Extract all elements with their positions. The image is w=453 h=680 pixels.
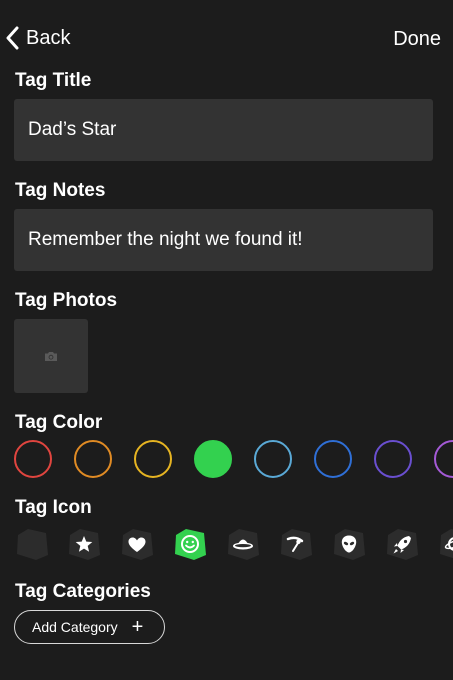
nav-bar: Back Done (0, 0, 453, 78)
color-swatch[interactable] (314, 440, 352, 478)
color-swatch[interactable] (254, 440, 292, 478)
color-picker (0, 440, 453, 480)
color-swatch[interactable] (434, 440, 453, 478)
heart-icon[interactable] (119, 527, 155, 561)
tag-photos-heading: Tag Photos (15, 290, 118, 311)
tag-title-field[interactable]: Dad’s Star (14, 99, 433, 161)
tag-icon-heading: Tag Icon (15, 497, 92, 518)
blank-icon[interactable] (14, 527, 50, 561)
color-swatch[interactable] (194, 440, 232, 478)
add-category-label: Add Category (32, 619, 118, 635)
add-photo-button[interactable] (14, 319, 88, 393)
alien-icon[interactable] (331, 527, 367, 561)
tag-notes-value: Remember the night we found it! (28, 229, 303, 250)
chevron-left-icon (6, 26, 19, 50)
tag-title-value: Dad’s Star (28, 119, 117, 140)
camera-icon (45, 351, 57, 361)
star-icon[interactable] (66, 527, 102, 561)
back-button[interactable]: Back (6, 26, 70, 50)
planet-icon[interactable] (437, 527, 453, 561)
smiley-icon[interactable] (172, 527, 208, 561)
plus-icon: + (131, 616, 144, 638)
tag-notes-field[interactable]: Remember the night we found it! (14, 209, 433, 271)
rocket-icon[interactable] (384, 527, 420, 561)
color-swatch[interactable] (374, 440, 412, 478)
tag-title-heading: Tag Title (15, 70, 92, 91)
back-label: Back (26, 26, 71, 49)
ufo-icon[interactable] (225, 527, 261, 561)
color-swatch[interactable] (134, 440, 172, 478)
tag-color-heading: Tag Color (15, 412, 103, 433)
icon-picker (0, 525, 453, 565)
color-swatch[interactable] (74, 440, 112, 478)
tag-categories-heading: Tag Categories (15, 581, 151, 602)
add-category-button[interactable]: Add Category + (14, 610, 165, 644)
satellite-icon[interactable] (278, 527, 314, 561)
tag-notes-heading: Tag Notes (15, 180, 106, 201)
done-button[interactable]: Done (393, 28, 441, 51)
color-swatch[interactable] (14, 440, 52, 478)
